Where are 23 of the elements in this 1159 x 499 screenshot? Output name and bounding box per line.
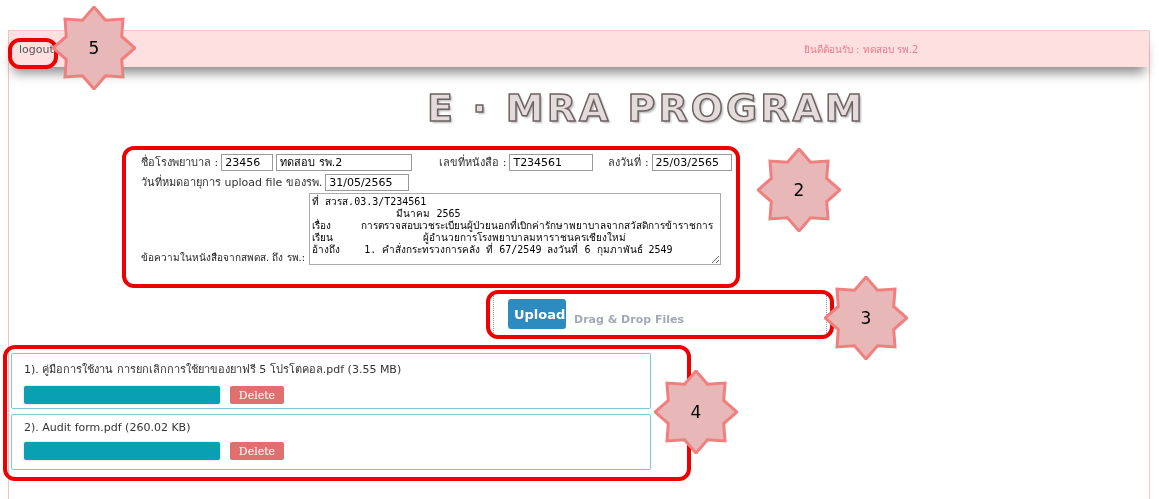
upload-button[interactable]: Upload bbox=[508, 299, 566, 329]
doc-number-field[interactable]: T234561 bbox=[509, 153, 594, 171]
logout-link[interactable]: logout bbox=[19, 42, 54, 56]
callout-badge: 3 bbox=[824, 276, 908, 360]
program-logo: E · MRA PROGRAM bbox=[427, 85, 866, 131]
hospital-label: ชื่อโรงพยาบาล : bbox=[141, 153, 219, 171]
hospital-name-field[interactable]: ทดสอบ รพ.2 bbox=[276, 153, 413, 171]
drop-zone[interactable]: Upload Drag & Drop Files bbox=[493, 295, 827, 333]
welcome-text: ยินดีต้อนรับ : ทดสอบ รพ.2 bbox=[803, 42, 919, 57]
message-field[interactable]: ที่ สวรส.03.3/T234561 มีนาคม 2565 เรื่อง การตรวจสอบเวชระเบียนผู้ป่วยนอกที่เบิกค่ารักษาพยาบาลจากสวัสดิการข้าราชการ เรียน ผู้อำนวยการโรงพยาบาลมหาราชนครเชียงใหม่ อ้างถึง 1. คำสั่งกระทรวงการคลัง ที่ 67/2549 ลงวันที่ 6 กุมภาพันธ์ 2549 bbox=[309, 193, 721, 265]
callout-badge: 2 bbox=[757, 148, 841, 232]
date-field[interactable]: 25/03/2565 bbox=[651, 153, 732, 171]
file-name: 1). คู่มือการใช้งาน การยกเลิกการใช้ยาของยาฟรี 5 โปรโตคอล.pdf (3.55 MB) bbox=[24, 362, 403, 378]
file-name: 2). Audit form.pdf (260.02 KB) bbox=[24, 421, 192, 434]
message-label: ข้อความในหนังสือจากสพดส. ถึง รพ.: bbox=[141, 251, 306, 265]
expiry-field[interactable]: 31/05/2565 bbox=[325, 173, 410, 191]
hospital-code-field[interactable]: 23456 bbox=[221, 153, 274, 171]
expiry-label: วันที่หมดอายุการ upload file ของรพ. bbox=[141, 173, 323, 191]
callout-badge: 5 bbox=[52, 6, 136, 90]
doc-number-label: เลขที่หนังสือ : bbox=[439, 153, 507, 171]
callout-badge: 4 bbox=[654, 370, 738, 454]
date-label: ลงวันที่ : bbox=[608, 153, 649, 171]
drop-hint: Drag & Drop Files bbox=[574, 312, 684, 326]
